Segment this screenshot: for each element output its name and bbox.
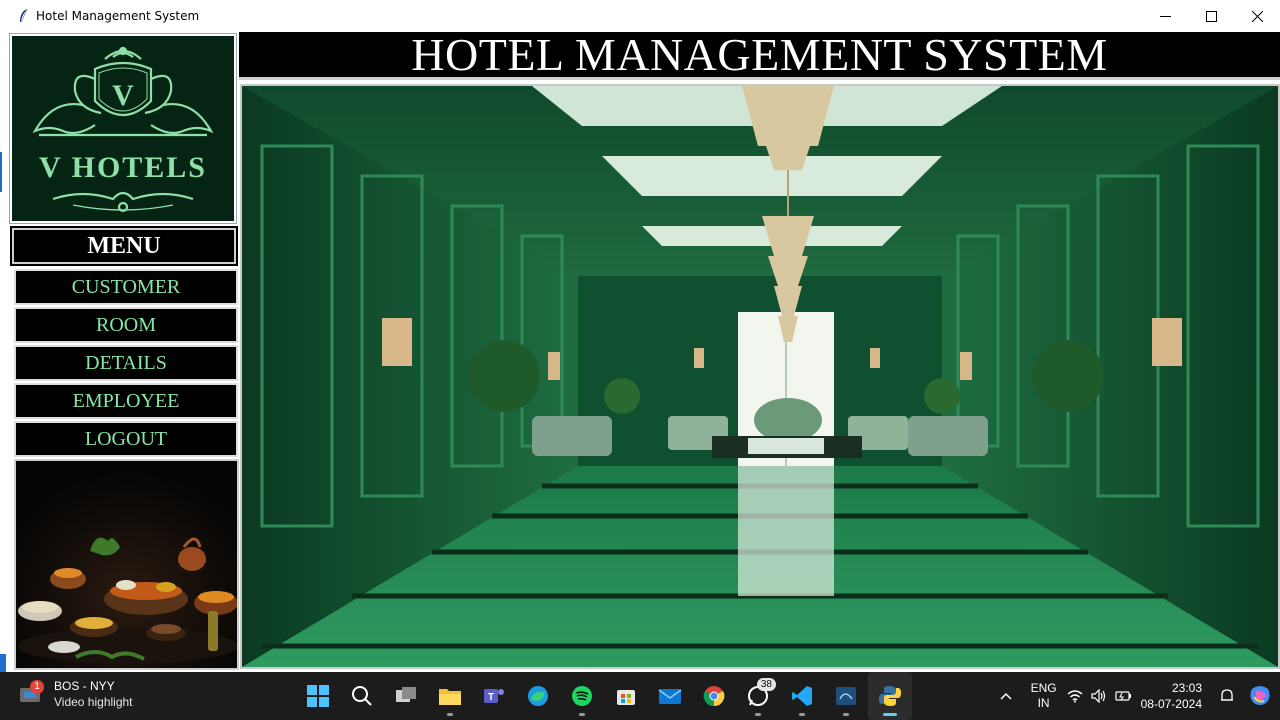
language-indicator[interactable]: ENG IN <box>1031 681 1057 711</box>
news-headline: BOS - NYY <box>54 679 115 693</box>
news-badge: 1 <box>30 680 44 694</box>
widget-icon: 1 <box>18 680 46 708</box>
svg-text:T: T <box>488 692 494 703</box>
menu-title-label: MENU <box>87 232 161 259</box>
food-image <box>14 459 239 670</box>
start-icon <box>307 685 329 707</box>
whatsapp-button[interactable]: 38 <box>736 672 780 720</box>
wifi-icon <box>1067 690 1083 703</box>
file-explorer-icon <box>439 689 461 705</box>
python-icon <box>879 686 901 706</box>
hotel-lobby-image <box>240 84 1280 669</box>
logout-button-label: LOGOUT <box>84 427 168 450</box>
feather-icon <box>20 8 28 23</box>
close-button[interactable] <box>1234 0 1280 32</box>
minimize-icon <box>1159 15 1171 17</box>
menu-title: MENU <box>10 226 238 266</box>
clock-time: 23:03 <box>1171 681 1202 695</box>
mail-button[interactable] <box>648 672 692 720</box>
search-button[interactable] <box>340 672 384 720</box>
chrome-icon <box>703 686 725 707</box>
system-tray: ENG IN 23:03 08-07-2024 <box>991 672 1280 720</box>
left-edge-accent <box>0 152 2 192</box>
employee-button-label: EMPLOYEE <box>72 389 180 412</box>
app-window: V V HOTELS MENU CUSTOMER ROOM DETAILS EM… <box>0 29 1280 672</box>
clock-date: 08-07-2024 <box>1140 697 1202 711</box>
details-button-label: DETAILS <box>85 351 167 374</box>
volume-icon <box>1091 689 1105 703</box>
mail-icon <box>658 689 682 704</box>
spotify-icon <box>572 686 592 706</box>
food-illustration <box>16 461 237 668</box>
teams-button[interactable]: T <box>472 672 516 720</box>
clock[interactable]: 23:03 08-07-2024 <box>1141 680 1202 712</box>
task-view-button[interactable] <box>384 672 428 720</box>
network-volume-battery[interactable] <box>1067 689 1133 703</box>
customer-button[interactable]: CUSTOMER <box>14 269 238 305</box>
sql-icon <box>836 687 856 705</box>
notification-icon <box>1221 689 1233 701</box>
spotify-button[interactable] <box>560 672 604 720</box>
header-banner: HOTEL MANAGEMENT SYSTEM <box>239 29 1280 80</box>
chrome-button[interactable] <box>692 672 736 720</box>
teams-icon: T <box>484 689 504 703</box>
start-button[interactable] <box>296 672 340 720</box>
maximize-button[interactable] <box>1188 0 1234 32</box>
language-code: ENG <box>1030 681 1057 695</box>
vscode-icon <box>792 686 812 706</box>
sql-button[interactable] <box>824 672 868 720</box>
notifications-button[interactable] <box>1214 688 1240 704</box>
room-button-label: ROOM <box>95 313 156 336</box>
lobby-illustration <box>242 86 1278 667</box>
copilot-button[interactable] <box>1240 685 1280 707</box>
crest-icon: V V HOTELS <box>32 46 214 212</box>
window-title: Hotel Management System <box>36 9 200 23</box>
whatsapp-badge: 38 <box>756 678 776 691</box>
minimize-button[interactable] <box>1142 0 1188 32</box>
maximize-icon <box>1205 10 1217 22</box>
vscode-button[interactable] <box>780 672 824 720</box>
hotel-logo: V V HOTELS <box>9 33 237 224</box>
search-icon <box>352 686 372 706</box>
store-button[interactable] <box>604 672 648 720</box>
copilot-icon <box>1250 686 1270 705</box>
task-view-icon <box>396 687 416 702</box>
region-code: IN <box>1037 696 1050 710</box>
python-button[interactable] <box>868 672 912 720</box>
close-icon <box>1251 10 1263 22</box>
taskbar-apps: T 38 <box>296 672 912 720</box>
show-hidden-icons-button[interactable] <box>991 672 1021 720</box>
logout-button[interactable]: LOGOUT <box>14 421 238 457</box>
logo-brand: V HOTELS <box>39 151 207 184</box>
page-title: HOTEL MANAGEMENT SYSTEM <box>411 29 1108 80</box>
file-explorer-button[interactable] <box>428 672 472 720</box>
edge-button[interactable] <box>516 672 560 720</box>
details-button[interactable]: DETAILS <box>14 345 238 381</box>
employee-button[interactable]: EMPLOYEE <box>14 383 238 419</box>
room-button[interactable]: ROOM <box>14 307 238 343</box>
edge-icon <box>528 686 548 706</box>
chevron-up-icon <box>1000 692 1012 700</box>
customer-button-label: CUSTOMER <box>71 275 181 298</box>
left-edge-accent <box>0 654 6 672</box>
logo-monogram: V <box>112 79 134 112</box>
battery-icon <box>1115 691 1131 701</box>
news-widget[interactable]: 1 BOS - NYY Video highlight <box>18 678 133 710</box>
news-subtitle: Video highlight <box>54 695 133 709</box>
store-icon <box>617 690 635 705</box>
taskbar: 1 BOS - NYY Video highlight T 38 ENG IN … <box>0 672 1280 720</box>
